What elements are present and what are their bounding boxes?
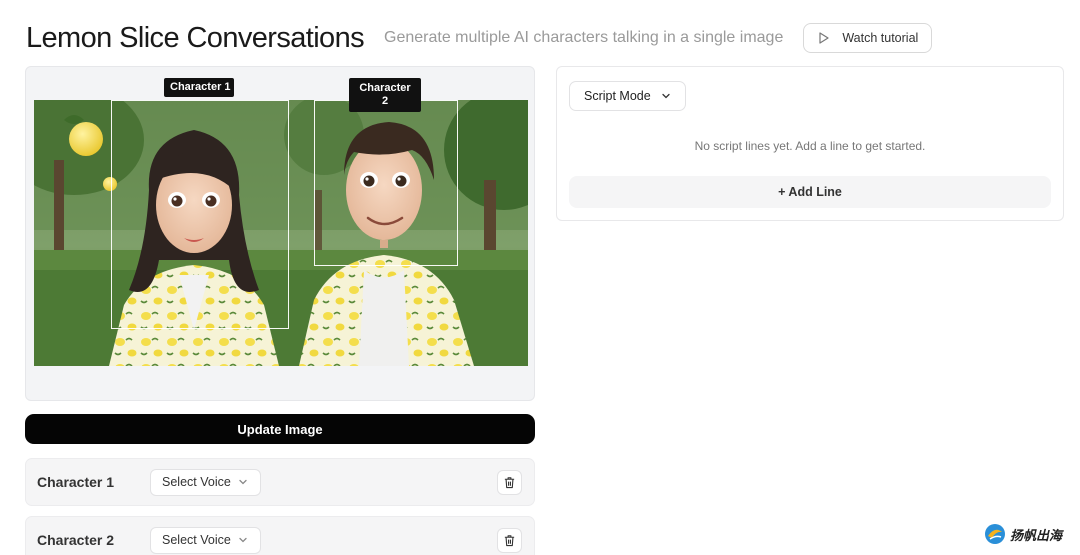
chevron-down-icon bbox=[662, 93, 670, 99]
add-line-button[interactable]: + Add Line bbox=[569, 176, 1051, 208]
select-voice-label: Select Voice bbox=[162, 475, 231, 489]
trash-icon bbox=[504, 534, 515, 546]
trash-icon bbox=[504, 476, 515, 488]
select-voice-dropdown-1[interactable]: Select Voice bbox=[150, 468, 261, 496]
image-panel: Character 1 Character 2 bbox=[25, 66, 535, 401]
delete-character-1-button[interactable] bbox=[497, 469, 522, 495]
character-2-tag: Character 2 bbox=[349, 78, 421, 112]
app-title: Lemon Slice Conversations bbox=[26, 21, 365, 54]
select-voice-label: Select Voice bbox=[162, 533, 231, 547]
character-row-1: Character 1 Select Voice bbox=[25, 458, 535, 506]
character-image bbox=[34, 100, 528, 366]
watch-tutorial-button[interactable]: Watch tutorial bbox=[803, 23, 933, 53]
watermark-logo-icon bbox=[985, 524, 1005, 544]
page-header: Lemon Slice Conversations Generate multi… bbox=[26, 18, 933, 58]
watch-tutorial-label: Watch tutorial bbox=[842, 31, 919, 45]
character-row-2: Character 2 Select Voice bbox=[25, 516, 535, 555]
character-1-tag: Character 1 bbox=[164, 78, 234, 97]
watermark-text: 扬帆出海 bbox=[1010, 527, 1063, 543]
character-row-name: Character 1 bbox=[37, 474, 115, 490]
empty-script-message: No script lines yet. Add a line to get s… bbox=[694, 139, 926, 153]
update-image-button[interactable]: Update Image bbox=[25, 414, 535, 444]
script-panel: Script Mode No script lines yet. Add a l… bbox=[556, 66, 1064, 221]
chevron-down-icon bbox=[239, 537, 247, 543]
script-mode-dropdown[interactable]: Script Mode bbox=[569, 81, 686, 111]
app-subtitle: Generate multiple AI characters talking … bbox=[384, 29, 784, 46]
watermark: 扬帆出海 bbox=[984, 523, 1062, 545]
character-row-name: Character 2 bbox=[37, 532, 115, 548]
select-voice-dropdown-2[interactable]: Select Voice bbox=[150, 526, 261, 554]
chevron-down-icon bbox=[239, 479, 247, 485]
delete-character-2-button[interactable] bbox=[497, 527, 522, 553]
script-mode-label: Script Mode bbox=[584, 89, 651, 103]
character-1-bounding-box[interactable] bbox=[111, 100, 289, 329]
play-icon bbox=[819, 32, 829, 44]
character-2-bounding-box[interactable] bbox=[314, 100, 458, 266]
